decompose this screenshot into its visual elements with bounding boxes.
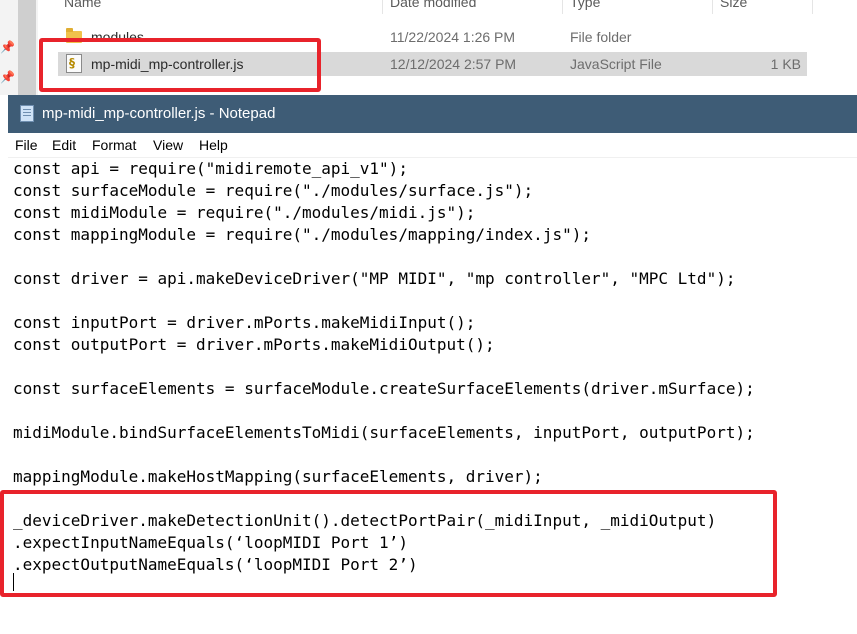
file-explorer-window: 📌 📌 Name Date modified Type Size modules…	[0, 0, 857, 95]
menu-edit[interactable]: Edit	[52, 133, 76, 157]
menu-bar: File Edit Format View Help	[8, 133, 857, 158]
column-header-name[interactable]: Name	[64, 0, 101, 14]
menu-file[interactable]: File	[15, 133, 38, 157]
notepad-icon	[20, 105, 34, 122]
navigation-scrollbar[interactable]	[18, 0, 36, 95]
menu-help[interactable]: Help	[199, 133, 228, 157]
file-type: JavaScript File	[570, 56, 662, 72]
file-size: 1 KB	[770, 56, 801, 72]
code-line: const outputPort = driver.mPorts.makeMid…	[13, 335, 495, 354]
code-line: const inputPort = driver.mPorts.makeMidi…	[13, 313, 476, 332]
column-separator[interactable]	[812, 0, 813, 14]
highlight-box-file	[39, 38, 321, 92]
file-type: File folder	[570, 29, 632, 45]
code-line: midiModule.bindSurfaceElementsToMidi(sur…	[13, 423, 755, 442]
menu-format[interactable]: Format	[92, 133, 136, 157]
column-header-type[interactable]: Type	[570, 0, 600, 14]
navigation-pane: 📌 📌	[0, 0, 38, 95]
column-separator[interactable]	[562, 0, 563, 14]
code-line: const driver = api.makeDeviceDriver("MP …	[13, 269, 736, 288]
code-line: const midiModule = require("./modules/mi…	[13, 203, 476, 222]
column-header-date-modified[interactable]: Date modified	[390, 0, 476, 14]
title-bar[interactable]: mp-midi_mp-controller.js - Notepad	[8, 95, 857, 133]
code-line: mappingModule.makeHostMapping(surfaceEle…	[13, 467, 543, 486]
column-header-size[interactable]: Size	[720, 0, 747, 14]
column-separator[interactable]	[382, 0, 383, 14]
pin-icon[interactable]: 📌	[0, 70, 15, 84]
file-date-modified: 11/22/2024 1:26 PM	[390, 29, 516, 45]
highlight-box-code	[0, 490, 777, 597]
column-separator[interactable]	[712, 0, 713, 14]
code-line: const surfaceModule = require("./modules…	[13, 181, 534, 200]
menu-view[interactable]: View	[153, 133, 183, 157]
code-line: const api = require("midiremote_api_v1")…	[13, 159, 408, 178]
file-date-modified: 12/12/2024 2:57 PM	[390, 56, 517, 72]
pin-icon[interactable]: 📌	[0, 40, 15, 54]
code-line: const mappingModule = require("./modules…	[13, 225, 591, 244]
code-line: const surfaceElements = surfaceModule.cr…	[13, 379, 755, 398]
window-title: mp-midi_mp-controller.js - Notepad	[42, 105, 276, 122]
